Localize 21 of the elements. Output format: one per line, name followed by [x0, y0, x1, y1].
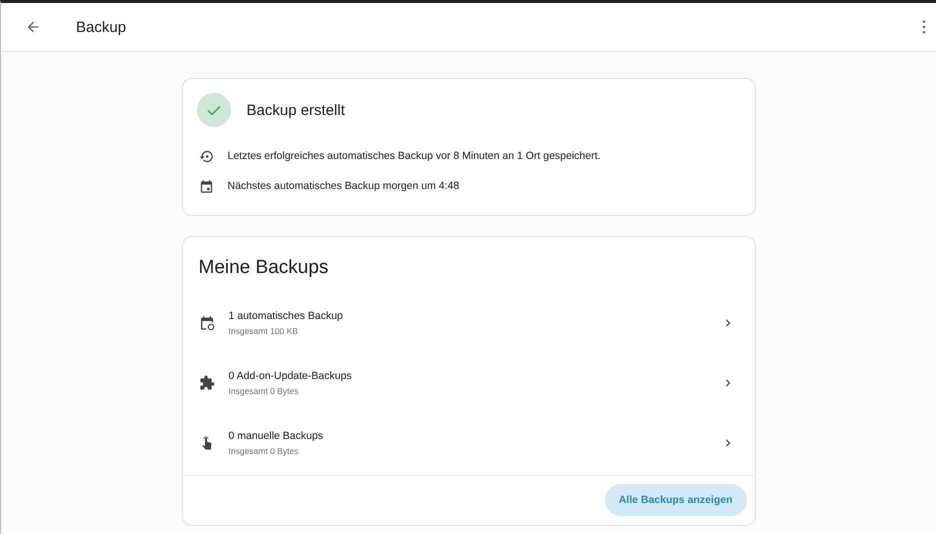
- item-title: 0 manuelle Backups: [228, 430, 324, 442]
- card-title: Meine Backups: [198, 256, 330, 280]
- back-arrow-icon[interactable]: [25, 19, 41, 35]
- backup-list-item[interactable]: 1 automatisches Backup Insgesamt 100 KB: [182, 293, 754, 353]
- check-icon: [196, 93, 230, 127]
- status-title: Backup erstellt: [246, 102, 345, 118]
- history-icon: [198, 148, 214, 164]
- backup-list-item[interactable]: 0 manuelle Backups Insgesamt 0 Bytes: [182, 413, 754, 473]
- calendar-icon: [198, 178, 214, 194]
- item-subtitle: Insgesamt 100 KB: [228, 326, 299, 336]
- status-text: Letztes erfolgreiches automatisches Backup vor 8 Minuten an 1 Ort gespeichert.: [228, 150, 600, 162]
- puzzle-icon: [198, 375, 214, 391]
- item-subtitle: Insgesamt 0 Bytes: [228, 386, 300, 396]
- more-menu-icon[interactable]: [922, 20, 926, 34]
- item-title: 0 Add-on-Update-Backups: [228, 370, 352, 382]
- backup-list-item[interactable]: 0 Add-on-Update-Backups Insgesamt 0 Bytes: [182, 353, 754, 413]
- page-title: Backup: [76, 18, 126, 36]
- calendar-clock-icon: [198, 315, 214, 331]
- item-subtitle: Insgesamt 0 Bytes: [228, 446, 300, 456]
- item-title: 1 automatisches Backup: [228, 310, 343, 322]
- status-text: Nächstes automatisches Backup morgen um 4:48: [228, 180, 460, 192]
